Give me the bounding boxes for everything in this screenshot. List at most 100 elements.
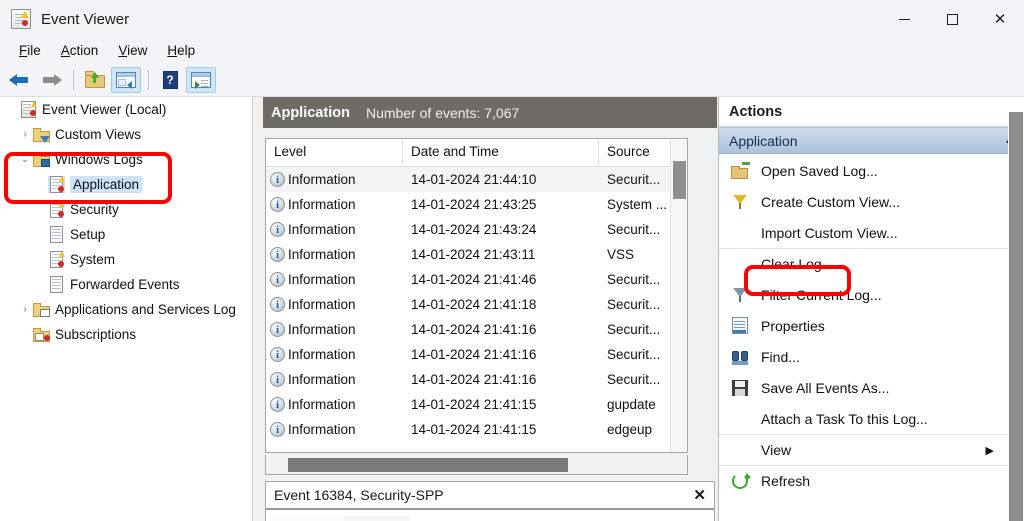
action-label: Properties: [761, 317, 825, 334]
chevron-down-icon[interactable]: ⌄: [17, 154, 33, 165]
chevron-right-icon[interactable]: ›: [17, 304, 33, 315]
tree-item-label: Applications and Services Log: [55, 302, 236, 317]
action-find[interactable]: Find...: [719, 341, 1008, 372]
menu-help[interactable]: Help: [157, 41, 205, 60]
actions-group-application[interactable]: Application ▲: [719, 127, 1024, 154]
action-view[interactable]: View ▶: [719, 434, 1008, 465]
menu-view[interactable]: View: [108, 41, 157, 60]
cell-level: Information: [288, 397, 356, 412]
table-row[interactable]: i Information 14-01-2024 21:41:16 Securit…: [266, 342, 687, 367]
tree-item-setup[interactable]: Setup: [0, 222, 252, 247]
tree-item-label: Windows Logs: [55, 152, 143, 167]
table-row[interactable]: i Information 14-01-2024 21:41:15 edgeup: [266, 417, 687, 442]
minimize-button[interactable]: [880, 0, 928, 38]
tree-item-label: Subscriptions: [55, 327, 137, 342]
action-label: Find...: [761, 348, 800, 365]
tree-item-label: Forwarded Events: [70, 277, 180, 292]
tree-item-event-viewer-local[interactable]: Event Viewer (Local): [0, 97, 252, 122]
chevron-right-icon[interactable]: ›: [17, 129, 33, 140]
event-list-horizontal-scrollbar[interactable]: [265, 455, 688, 475]
binoculars-icon: [731, 348, 751, 366]
content-area: Event Viewer (Local) › Custom Views ⌄ Wi…: [0, 97, 1024, 521]
table-row[interactable]: i Information 14-01-2024 21:43:11 VSS: [266, 242, 687, 267]
no-icon: [731, 255, 751, 273]
maximize-button[interactable]: [928, 0, 976, 38]
close-button[interactable]: ✕: [976, 0, 1024, 38]
tab-general[interactable]: General: [272, 516, 345, 521]
actions-pane-title: Actions: [719, 97, 1024, 127]
cell-datetime: 14-01-2024 21:41:16: [411, 372, 537, 387]
close-icon[interactable]: ✕: [693, 486, 706, 504]
action-clear-log[interactable]: Clear Log...: [719, 248, 1008, 279]
show-hide-action-pane-button[interactable]: [186, 66, 216, 93]
tree-item-custom-views[interactable]: › Custom Views: [0, 122, 252, 147]
cell-level: Information: [288, 222, 356, 237]
table-row[interactable]: i Information 14-01-2024 21:41:15 gupdate: [266, 392, 687, 417]
tree-item-label: Security: [70, 202, 119, 217]
forward-button[interactable]: [36, 67, 66, 93]
tree-item-windows-logs[interactable]: ⌄ Windows Logs: [0, 147, 252, 172]
doc-icon: [48, 226, 65, 243]
column-header-source[interactable]: Source: [599, 139, 677, 167]
scrollbar-thumb[interactable]: [288, 458, 568, 472]
table-row[interactable]: i Information 14-01-2024 21:44:10 Securit…: [266, 167, 687, 192]
toolbar-separator-1: [73, 69, 74, 90]
actions-list: Open Saved Log... Create Custom View... …: [719, 155, 1008, 521]
action-pane-icon: [191, 71, 211, 89]
arrow-right-icon: [40, 72, 62, 88]
action-import-custom-view[interactable]: Import Custom View...: [719, 217, 1008, 248]
up-one-level-button[interactable]: [80, 67, 110, 93]
tree-item-application[interactable]: Application: [0, 172, 252, 197]
event-list: Level Date and Time Source i Information …: [265, 138, 688, 453]
help-question-icon: ?: [162, 70, 178, 89]
information-icon: i: [270, 347, 285, 362]
help-button[interactable]: ?: [155, 67, 185, 93]
menu-file[interactable]: File: [9, 41, 51, 60]
table-row[interactable]: i Information 14-01-2024 21:43:25 System …: [266, 192, 687, 217]
column-header-level[interactable]: Level: [266, 139, 403, 167]
column-header-date-time[interactable]: Date and Time: [403, 139, 599, 167]
scrollbar-thumb[interactable]: [1009, 112, 1023, 521]
back-button[interactable]: [5, 67, 35, 93]
tree-item-applications-and-services-logs[interactable]: › Applications and Services Log: [0, 297, 252, 322]
tree-item-label: Application: [70, 176, 143, 193]
tab-details[interactable]: Details: [344, 516, 410, 521]
table-row[interactable]: i Information 14-01-2024 21:43:24 Securit…: [266, 217, 687, 242]
information-icon: i: [270, 197, 285, 212]
action-properties[interactable]: Properties: [719, 310, 1008, 341]
action-filter-current-log[interactable]: Filter Current Log...: [719, 279, 1008, 310]
cell-level: Information: [288, 372, 356, 387]
no-icon: [731, 441, 751, 459]
cell-level: Information: [288, 297, 356, 312]
action-save-all-events-as[interactable]: Save All Events As...: [719, 372, 1008, 403]
show-hide-console-tree-button[interactable]: [111, 66, 141, 93]
action-open-saved-log[interactable]: Open Saved Log...: [719, 155, 1008, 186]
tree-item-subscriptions[interactable]: Subscriptions: [0, 322, 252, 347]
information-icon: i: [270, 372, 285, 387]
console-tree: Event Viewer (Local) › Custom Views ⌄ Wi…: [0, 97, 253, 521]
tree-item-label: Setup: [70, 227, 106, 242]
table-row[interactable]: i Information 14-01-2024 21:41:46 Securit…: [266, 267, 687, 292]
funnel-icon: [731, 193, 751, 211]
log-icon: [48, 201, 65, 218]
action-refresh[interactable]: Refresh: [719, 465, 1008, 496]
table-row[interactable]: i Information 14-01-2024 21:41:16 Securit…: [266, 367, 687, 392]
action-attach-task-to-this-log[interactable]: Attach a Task To this Log...: [719, 403, 1008, 434]
title-bar: Event Viewer ✕: [0, 0, 1024, 38]
action-create-custom-view[interactable]: Create Custom View...: [719, 186, 1008, 217]
table-row[interactable]: i Information 14-01-2024 21:41:16 Securit…: [266, 317, 687, 342]
list-frame: Level Date and Time Source i Information …: [263, 130, 717, 521]
tree-item-system[interactable]: System: [0, 247, 252, 272]
folder-filter-icon: [33, 126, 50, 143]
window-title: Event Viewer: [41, 10, 130, 28]
no-icon: [731, 224, 751, 242]
folder-up-icon: [85, 71, 105, 88]
table-row[interactable]: i Information 14-01-2024 21:41:18 Securit…: [266, 292, 687, 317]
menu-action[interactable]: Action: [51, 41, 109, 60]
actions-pane-vertical-scrollbar[interactable]: [1008, 112, 1024, 521]
scrollbar-thumb[interactable]: [673, 161, 686, 199]
tree-item-forwarded-events[interactable]: Forwarded Events: [0, 272, 252, 297]
console-tree-icon: [116, 71, 136, 89]
event-list-vertical-scrollbar[interactable]: [670, 139, 687, 452]
tree-item-security[interactable]: Security: [0, 197, 252, 222]
